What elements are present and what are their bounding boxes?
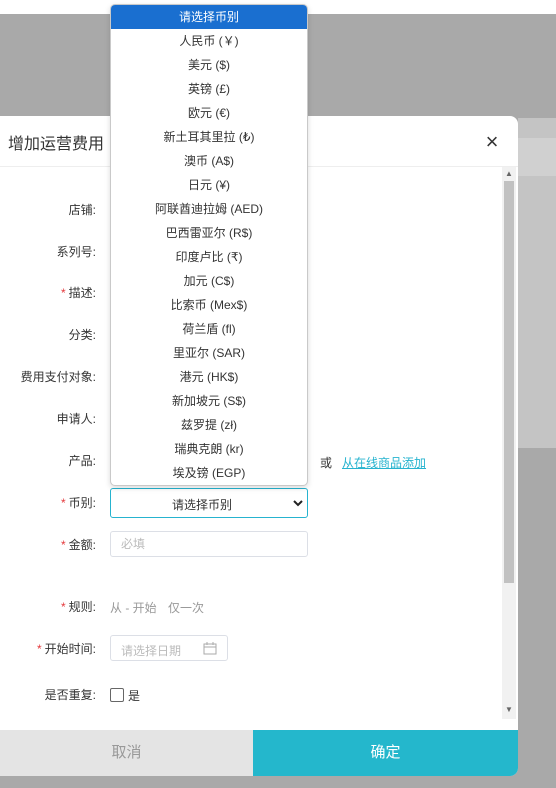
required-mark: * [60,600,66,614]
series-label: 系列号: [56,245,96,259]
currency-option[interactable]: 印度卢比 (₹) [111,245,307,269]
currency-option[interactable]: 澳币 (A$) [111,149,307,173]
currency-option[interactable]: 美元 ($) [111,53,307,77]
chevron-down-icon [293,500,303,507]
close-icon[interactable]: × [478,128,506,156]
currency-option[interactable]: 瑞典克朗 (kr) [111,437,307,461]
scroll-down-arrow-icon[interactable]: ▼ [502,705,516,715]
currency-option[interactable]: 新加坡元 (S$) [111,389,307,413]
rule-once-text[interactable]: 仅一次 [168,599,204,616]
confirm-button[interactable]: 确定 [253,730,518,776]
store-label: 店铺: [68,203,96,217]
currency-option[interactable]: 里亚尔 (SAR) [111,341,307,365]
payee-label: 费用支付对象: [20,370,96,384]
background-panel [518,118,556,448]
cancel-button[interactable]: 取消 [0,730,253,776]
start-time-label-text: 开始时间: [44,642,96,656]
required-mark: * [60,538,66,552]
product-or-text: 或 [320,456,333,470]
required-mark: * [60,496,66,510]
background-bar [518,138,556,176]
dialog-title: 增加运营费用 [8,136,105,153]
currency-option[interactable]: 埃及镑 (EGP) [111,461,307,485]
currency-option[interactable]: 请选择币别 [111,5,307,29]
amount-input[interactable] [110,531,308,557]
calendar-icon [203,642,217,655]
currency-option[interactable]: 港元 (HK$) [111,365,307,389]
rule-label-text: 规则: [68,600,96,614]
applicant-label: 申请人: [56,412,96,426]
dialog-scrollbar[interactable]: ▲ ▼ [502,167,516,719]
amount-label: * 金额: [0,537,96,553]
rule-label: * 规则: [0,599,96,615]
currency-label: * 币别: [0,495,96,511]
currency-option[interactable]: 人民币 (￥) [111,29,307,53]
required-mark: * [60,286,66,300]
repeat-checkbox[interactable] [110,688,124,702]
amount-label-text: 金额: [68,538,96,552]
category-label: 分类: [68,328,96,342]
start-date-input[interactable]: 请选择日期 [110,635,228,661]
currency-select-value: 请选择币别 [171,498,232,512]
currency-option[interactable]: 比索币 (Mex$) [111,293,307,317]
currency-option[interactable]: 欧元 (€) [111,101,307,125]
currency-option[interactable]: 荷兰盾 (fl) [111,317,307,341]
product-label: 产品: [68,454,96,468]
repeat-checkbox-label: 是 [128,689,141,703]
currency-select[interactable]: 请选择币别 [110,488,308,518]
currency-option[interactable]: 兹罗提 (zł) [111,413,307,437]
currency-option[interactable]: 新土耳其里拉 (₺) [111,125,307,149]
currency-option[interactable]: 阿联酋迪拉姆 (AED) [111,197,307,221]
start-date-placeholder: 请选择日期 [121,644,182,658]
rule-from-text[interactable]: 从 - 开始 [110,599,157,616]
currency-label-text: 币别: [68,496,96,510]
description-label-text: 描述: [68,286,96,300]
add-from-online-products-link[interactable]: 从在线商品添加 [342,454,426,471]
currency-dropdown-list: 请选择币别 人民币 (￥) 美元 ($) 英镑 (£) 欧元 (€) 新土耳其里拉 (₺)… [110,4,308,486]
currency-option[interactable]: 加元 (C$) [111,269,307,293]
repeat-label: 是否重复: [44,688,96,702]
description-label: * 描述: [0,285,96,301]
scrollbar-thumb[interactable] [504,181,514,583]
currency-option[interactable]: 日元 (¥) [111,173,307,197]
start-time-label: * 开始时间: [0,641,96,657]
currency-option[interactable]: 英镑 (£) [111,77,307,101]
required-mark: * [36,642,42,656]
currency-option[interactable]: 巴西雷亚尔 (R$) [111,221,307,245]
scroll-up-arrow-icon[interactable]: ▲ [502,169,516,179]
